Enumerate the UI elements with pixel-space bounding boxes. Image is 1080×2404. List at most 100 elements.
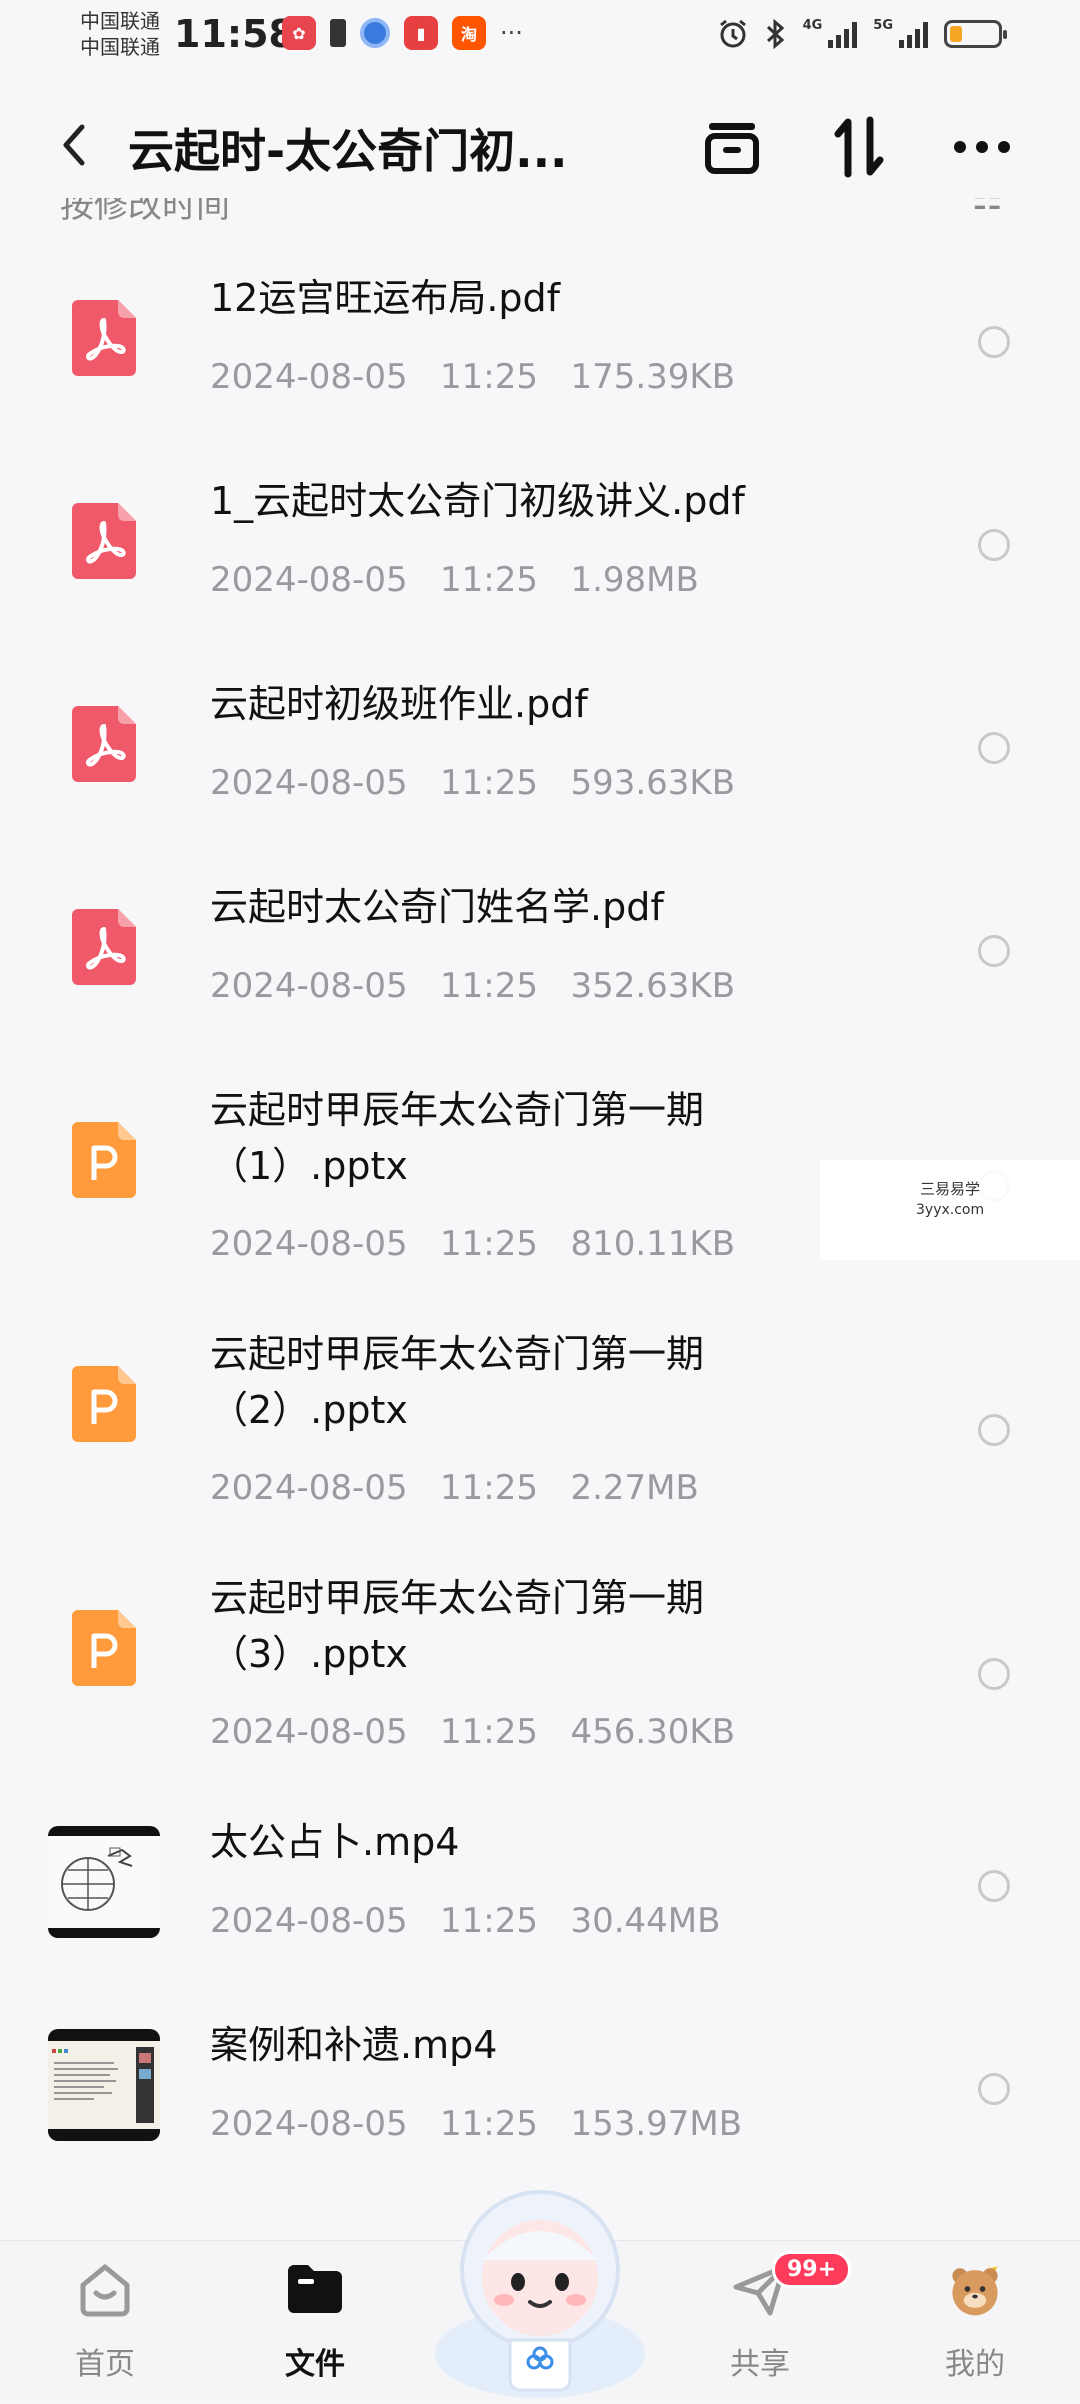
file-size: 593.63KB bbox=[570, 763, 736, 803]
status-time: 11:58 bbox=[174, 12, 295, 56]
mascot-assistant-button[interactable] bbox=[430, 2178, 650, 2400]
sort-button[interactable] bbox=[828, 115, 892, 179]
file-date: 2024-08-05 bbox=[210, 966, 408, 1006]
archive-icon bbox=[705, 123, 759, 174]
select-radio[interactable] bbox=[978, 326, 1010, 358]
file-time: 11:25 bbox=[440, 1224, 539, 1264]
share-badge: 99+ bbox=[772, 2251, 852, 2288]
file-list-item[interactable]: 案例和补遗.mp4 2024-08-05 11:25 153.97MB bbox=[0, 1969, 1080, 2172]
watermark: 三易易学 3yyx.com bbox=[820, 1160, 1080, 1260]
file-list-item[interactable]: 云起时甲辰年太公奇门第一期 （3）.pptx 2024-08-05 11:25 4… bbox=[0, 1522, 1080, 1766]
file-name: 云起时太公奇门姓名学.pdf bbox=[210, 885, 664, 929]
select-radio[interactable] bbox=[978, 2073, 1010, 2105]
photo-app-icon: ✿ bbox=[282, 16, 316, 50]
select-radio[interactable] bbox=[978, 1658, 1010, 1690]
more-icon bbox=[954, 141, 1010, 153]
file-date: 2024-08-05 bbox=[210, 1901, 408, 1941]
select-radio[interactable] bbox=[978, 935, 1010, 967]
carrier-info: 中国联通 中国联通 bbox=[80, 8, 160, 60]
file-date: 2024-08-05 bbox=[210, 1712, 408, 1752]
file-size: 175.39KB bbox=[570, 357, 736, 397]
file-name: 1_云起时太公奇门初级讲义.pdf bbox=[210, 479, 745, 523]
file-name: 云起时初级班作业.pdf bbox=[210, 682, 588, 726]
select-radio[interactable] bbox=[978, 529, 1010, 561]
file-time: 11:25 bbox=[440, 2104, 539, 2144]
file-date: 2024-08-05 bbox=[210, 357, 408, 397]
pdf-file-icon bbox=[70, 298, 138, 378]
carrier-2: 中国联通 bbox=[80, 35, 160, 59]
battery-icon bbox=[944, 20, 1007, 48]
taobao-icon: 淘 bbox=[452, 16, 486, 50]
file-time: 11:25 bbox=[440, 1468, 539, 1508]
file-time: 11:25 bbox=[440, 1712, 539, 1752]
file-list-item[interactable]: 云起时初级班作业.pdf 2024-08-05 11:25 593.63KB bbox=[0, 628, 1080, 831]
file-name: 案例和补遗.mp4 bbox=[210, 2023, 498, 2067]
file-meta: 2024-08-05 11:25 456.30KB bbox=[210, 1712, 735, 1752]
file-list-item[interactable]: 太公占卜.mp4 2024-08-05 11:25 30.44MB bbox=[0, 1766, 1080, 1969]
file-date: 2024-08-05 bbox=[210, 2104, 408, 2144]
file-list-item[interactable]: 云起时太公奇门姓名学.pdf 2024-08-05 11:25 352.63KB bbox=[0, 831, 1080, 1034]
pdf-file-icon bbox=[70, 704, 138, 784]
sort-bar-peek: 按修改时间 ☷ bbox=[60, 198, 1020, 222]
file-meta: 2024-08-05 11:25 593.63KB bbox=[210, 763, 735, 803]
reader-app-icon: ▮ bbox=[404, 16, 438, 50]
file-meta: 2024-08-05 11:25 1.98MB bbox=[210, 560, 699, 600]
file-size: 456.30KB bbox=[570, 1712, 736, 1752]
bluetooth-icon bbox=[766, 18, 784, 50]
file-meta: 2024-08-05 11:25 810.11KB bbox=[210, 1224, 735, 1264]
file-time: 11:25 bbox=[440, 966, 539, 1006]
more-notifications-icon: ··· bbox=[500, 19, 523, 47]
file-name: 云起时甲辰年太公奇门第一期 （2）.pptx bbox=[210, 1332, 705, 1432]
file-name: 云起时甲辰年太公奇门第一期 （1）.pptx bbox=[210, 1088, 705, 1188]
file-list-item[interactable]: 12运宫旺运布局.pdf 2024-08-05 11:25 175.39KB bbox=[0, 222, 1080, 425]
file-meta: 2024-08-05 11:25 30.44MB bbox=[210, 1901, 720, 1941]
profile-icon bbox=[943, 2257, 1007, 2321]
file-meta: 2024-08-05 11:25 2.27MB bbox=[210, 1468, 699, 1508]
battery-level bbox=[950, 26, 962, 42]
file-date: 2024-08-05 bbox=[210, 763, 408, 803]
nav-share-label: 共享 bbox=[730, 2347, 790, 2382]
signal-icon-2 bbox=[899, 20, 928, 48]
nav-files[interactable]: 文件 bbox=[245, 2257, 385, 2383]
mascot-assistant-icon bbox=[435, 2190, 645, 2398]
sort-icon bbox=[834, 116, 884, 178]
nav-home[interactable]: 首页 bbox=[35, 2257, 175, 2383]
browser-icon bbox=[360, 18, 390, 48]
network-5g-label: 5G bbox=[873, 18, 893, 33]
file-date: 2024-08-05 bbox=[210, 1468, 408, 1508]
file-size: 810.11KB bbox=[570, 1224, 736, 1264]
back-button[interactable] bbox=[50, 117, 98, 173]
home-icon bbox=[73, 2257, 137, 2321]
alarm-icon bbox=[719, 19, 746, 48]
file-name: 12运宫旺运布局.pdf bbox=[210, 276, 561, 320]
file-size: 352.63KB bbox=[570, 966, 736, 1006]
file-size: 153.97MB bbox=[570, 2104, 743, 2144]
select-radio[interactable] bbox=[978, 1414, 1010, 1446]
nav-share[interactable]: 99+ 共享 bbox=[690, 2251, 852, 2383]
pptx-file-icon bbox=[70, 1120, 138, 1200]
status-bar: 中国联通 中国联通 11:58 ✿ ▮ 淘 ··· 4G 5G bbox=[0, 0, 1080, 80]
file-meta: 2024-08-05 11:25 175.39KB bbox=[210, 357, 735, 397]
pdf-file-icon bbox=[70, 907, 138, 987]
file-time: 11:25 bbox=[440, 560, 539, 600]
file-list-item[interactable]: 1_云起时太公奇门初级讲义.pdf 2024-08-05 11:25 1.98MB bbox=[0, 425, 1080, 628]
file-name: 太公占卜.mp4 bbox=[210, 1820, 460, 1864]
select-radio[interactable] bbox=[978, 1870, 1010, 1902]
page-title: 云起时-太公奇门初... bbox=[128, 124, 568, 178]
watermark-line-2: 3yyx.com bbox=[916, 1202, 985, 1218]
nav-profile-label: 我的 bbox=[945, 2347, 1005, 2382]
file-name: 云起时甲辰年太公奇门第一期 （3）.pptx bbox=[210, 1576, 705, 1676]
watermark-line-1: 三易易学 bbox=[920, 1180, 981, 1198]
file-time: 11:25 bbox=[440, 357, 539, 397]
file-size: 30.44MB bbox=[570, 1901, 721, 1941]
file-list-item[interactable]: 云起时甲辰年太公奇门第一期 （2）.pptx 2024-08-05 11:25 2… bbox=[0, 1278, 1080, 1522]
nav-profile[interactable]: 我的 bbox=[905, 2257, 1045, 2383]
file-date: 2024-08-05 bbox=[210, 1224, 408, 1264]
folder-icon bbox=[283, 2257, 347, 2321]
video-thumbnail bbox=[48, 1826, 160, 1938]
more-button[interactable] bbox=[950, 115, 1014, 179]
select-radio[interactable] bbox=[978, 732, 1010, 764]
file-meta: 2024-08-05 11:25 153.97MB bbox=[210, 2104, 742, 2144]
archive-button[interactable] bbox=[700, 115, 764, 179]
header: 云起时-太公奇门初... bbox=[0, 95, 1080, 195]
